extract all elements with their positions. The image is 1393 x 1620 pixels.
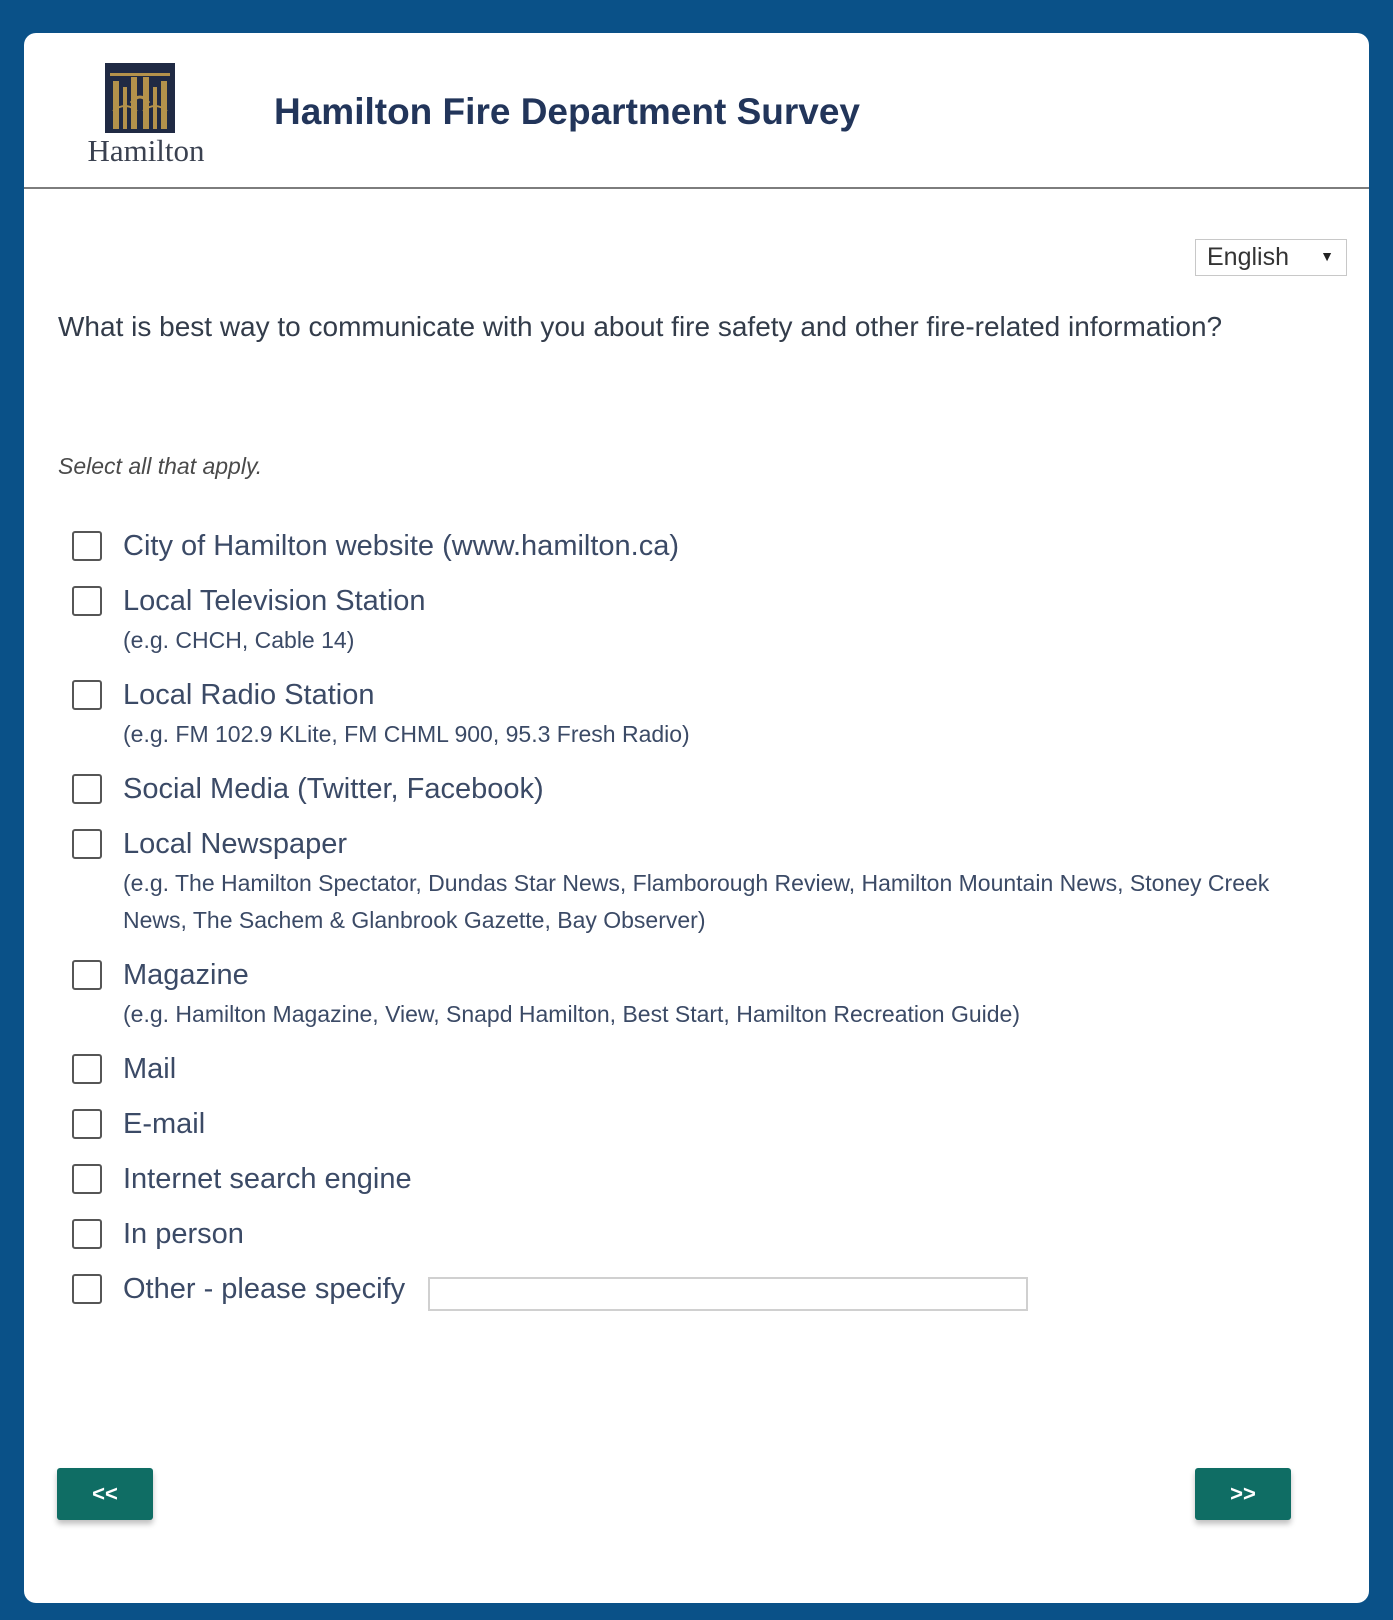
checkbox-search-engine[interactable] — [72, 1164, 102, 1194]
hamilton-logo: Hamilton — [76, 63, 216, 183]
option-examples: (e.g. Hamilton Magazine, View, Snapd Ham… — [123, 1001, 1020, 1027]
option-label: Mail — [123, 1053, 177, 1085]
survey-header: Hamilton Hamilton Fire Department Survey — [24, 33, 1369, 189]
other-specify-input[interactable] — [427, 1276, 1028, 1311]
option-label: Social Media (Twitter, Facebook) — [123, 773, 544, 805]
checkbox-magazine[interactable] — [72, 960, 102, 990]
language-select[interactable]: English ▼ — [1195, 239, 1347, 276]
survey-card: Hamilton Hamilton Fire Department Survey… — [24, 33, 1369, 1603]
checkbox-in-person[interactable] — [72, 1219, 102, 1249]
option-other[interactable]: Other - please specify — [72, 1270, 1332, 1311]
option-label: Magazine — [123, 959, 249, 991]
option-radio[interactable]: Local Radio Station (e.g. FM 102.9 KLite… — [72, 676, 1332, 753]
checkbox-mail[interactable] — [72, 1054, 102, 1084]
option-label: In person — [123, 1218, 244, 1250]
option-email[interactable]: E-mail — [72, 1105, 1332, 1143]
option-search-engine[interactable]: Internet search engine — [72, 1160, 1332, 1198]
checkbox-newspaper[interactable] — [72, 829, 102, 859]
option-examples: (e.g. The Hamilton Spectator, Dundas Sta… — [123, 870, 1270, 933]
option-mail[interactable]: Mail — [72, 1050, 1332, 1088]
options-list: City of Hamilton website (www.hamilton.c… — [72, 527, 1332, 1328]
checkbox-radio[interactable] — [72, 680, 102, 710]
logo-text: Hamilton — [87, 133, 205, 168]
option-examples: (e.g. CHCH, Cable 14) — [123, 627, 355, 653]
option-label: Internet search engine — [123, 1163, 412, 1195]
checkbox-television[interactable] — [72, 586, 102, 616]
language-select-value: English — [1207, 243, 1289, 271]
dropdown-arrow-icon: ▼ — [1320, 248, 1334, 264]
option-examples: (e.g. FM 102.9 KLite, FM CHML 900, 95.3 … — [123, 721, 690, 747]
option-label: E-mail — [123, 1108, 206, 1140]
option-social-media[interactable]: Social Media (Twitter, Facebook) — [72, 770, 1332, 808]
option-label: Local Radio Station — [123, 679, 375, 711]
question-instruction: Select all that apply. — [58, 453, 263, 479]
checkbox-other[interactable] — [72, 1274, 102, 1304]
next-button[interactable]: >> — [1195, 1468, 1291, 1520]
option-newspaper[interactable]: Local Newspaper (e.g. The Hamilton Spect… — [72, 825, 1332, 939]
option-label: Local Television Station — [123, 585, 426, 617]
checkbox-social-media[interactable] — [72, 774, 102, 804]
checkbox-city-website[interactable] — [72, 531, 102, 561]
question-text: What is best way to communicate with you… — [58, 311, 1223, 342]
option-in-person[interactable]: In person — [72, 1215, 1332, 1253]
option-label: Other - please specify — [123, 1273, 406, 1305]
checkbox-email[interactable] — [72, 1109, 102, 1139]
hamilton-crest-icon — [105, 63, 175, 133]
page-title: Hamilton Fire Department Survey — [274, 91, 860, 132]
option-city-website[interactable]: City of Hamilton website (www.hamilton.c… — [72, 527, 1332, 565]
back-button[interactable]: << — [57, 1468, 153, 1520]
option-label: Local Newspaper — [123, 828, 348, 860]
option-television[interactable]: Local Television Station (e.g. CHCH, Cab… — [72, 582, 1332, 659]
option-magazine[interactable]: Magazine (e.g. Hamilton Magazine, View, … — [72, 956, 1332, 1033]
option-label: City of Hamilton website (www.hamilton.c… — [123, 530, 680, 562]
